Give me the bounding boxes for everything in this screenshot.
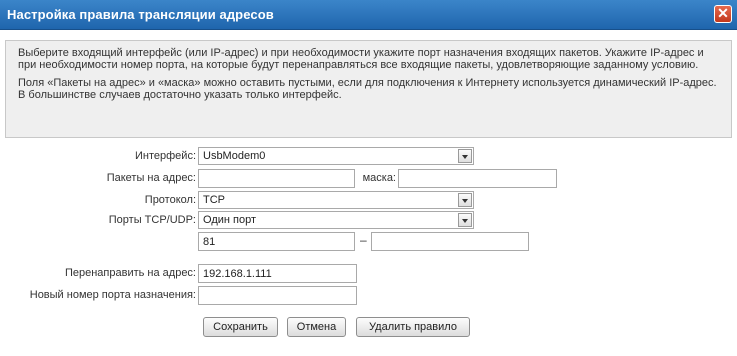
delete-rule-button[interactable]: Удалить правило — [356, 317, 470, 337]
interface-select[interactable]: UsbModem0 — [198, 147, 474, 165]
save-button[interactable]: Сохранить — [203, 317, 278, 337]
ports-select[interactable]: Один порт — [198, 211, 474, 229]
chevron-down-icon — [458, 213, 472, 227]
redirect-address-input[interactable] — [198, 264, 357, 283]
cancel-button[interactable]: Отмена — [287, 317, 346, 337]
packets-to-address-input[interactable] — [198, 169, 355, 188]
interface-label: Интерфейс: — [135, 150, 196, 162]
mask-input[interactable] — [398, 169, 557, 188]
new-port-label: Новый номер порта назначения: — [29, 289, 196, 301]
protocol-label: Протокол: — [144, 194, 196, 206]
dialog-title: Настройка правила трансляции адресов — [7, 7, 274, 22]
info-paragraph-1: Выберите входящий интерфейс (или IP-адре… — [18, 47, 704, 71]
protocol-select-value: TCP — [203, 194, 225, 206]
chevron-down-icon — [458, 193, 472, 207]
interface-select-value: UsbModem0 — [203, 150, 266, 162]
redirect-address-label: Перенаправить на адрес: — [64, 267, 196, 279]
dialog-titlebar: Настройка правила трансляции адресов ✕ — [0, 0, 737, 30]
info-paragraph-2: Поля «Пакеты на адрес» и «маска» можно о… — [18, 77, 717, 101]
ports-label: Порты TCP/UDP: — [108, 214, 196, 226]
port-range-separator: – — [360, 233, 367, 247]
info-box: Выберите входящий интерфейс (или IP-адре… — [5, 40, 732, 138]
protocol-select[interactable]: TCP — [198, 191, 474, 209]
port-to-input[interactable] — [371, 232, 529, 251]
chevron-down-icon — [458, 149, 472, 163]
close-icon[interactable]: ✕ — [714, 5, 732, 23]
ports-select-value: Один порт — [203, 214, 256, 226]
mask-label: маска: — [362, 172, 396, 184]
packets-to-address-label: Пакеты на адрес: — [106, 172, 196, 184]
new-port-input[interactable] — [198, 286, 357, 305]
port-from-input[interactable] — [198, 232, 355, 251]
